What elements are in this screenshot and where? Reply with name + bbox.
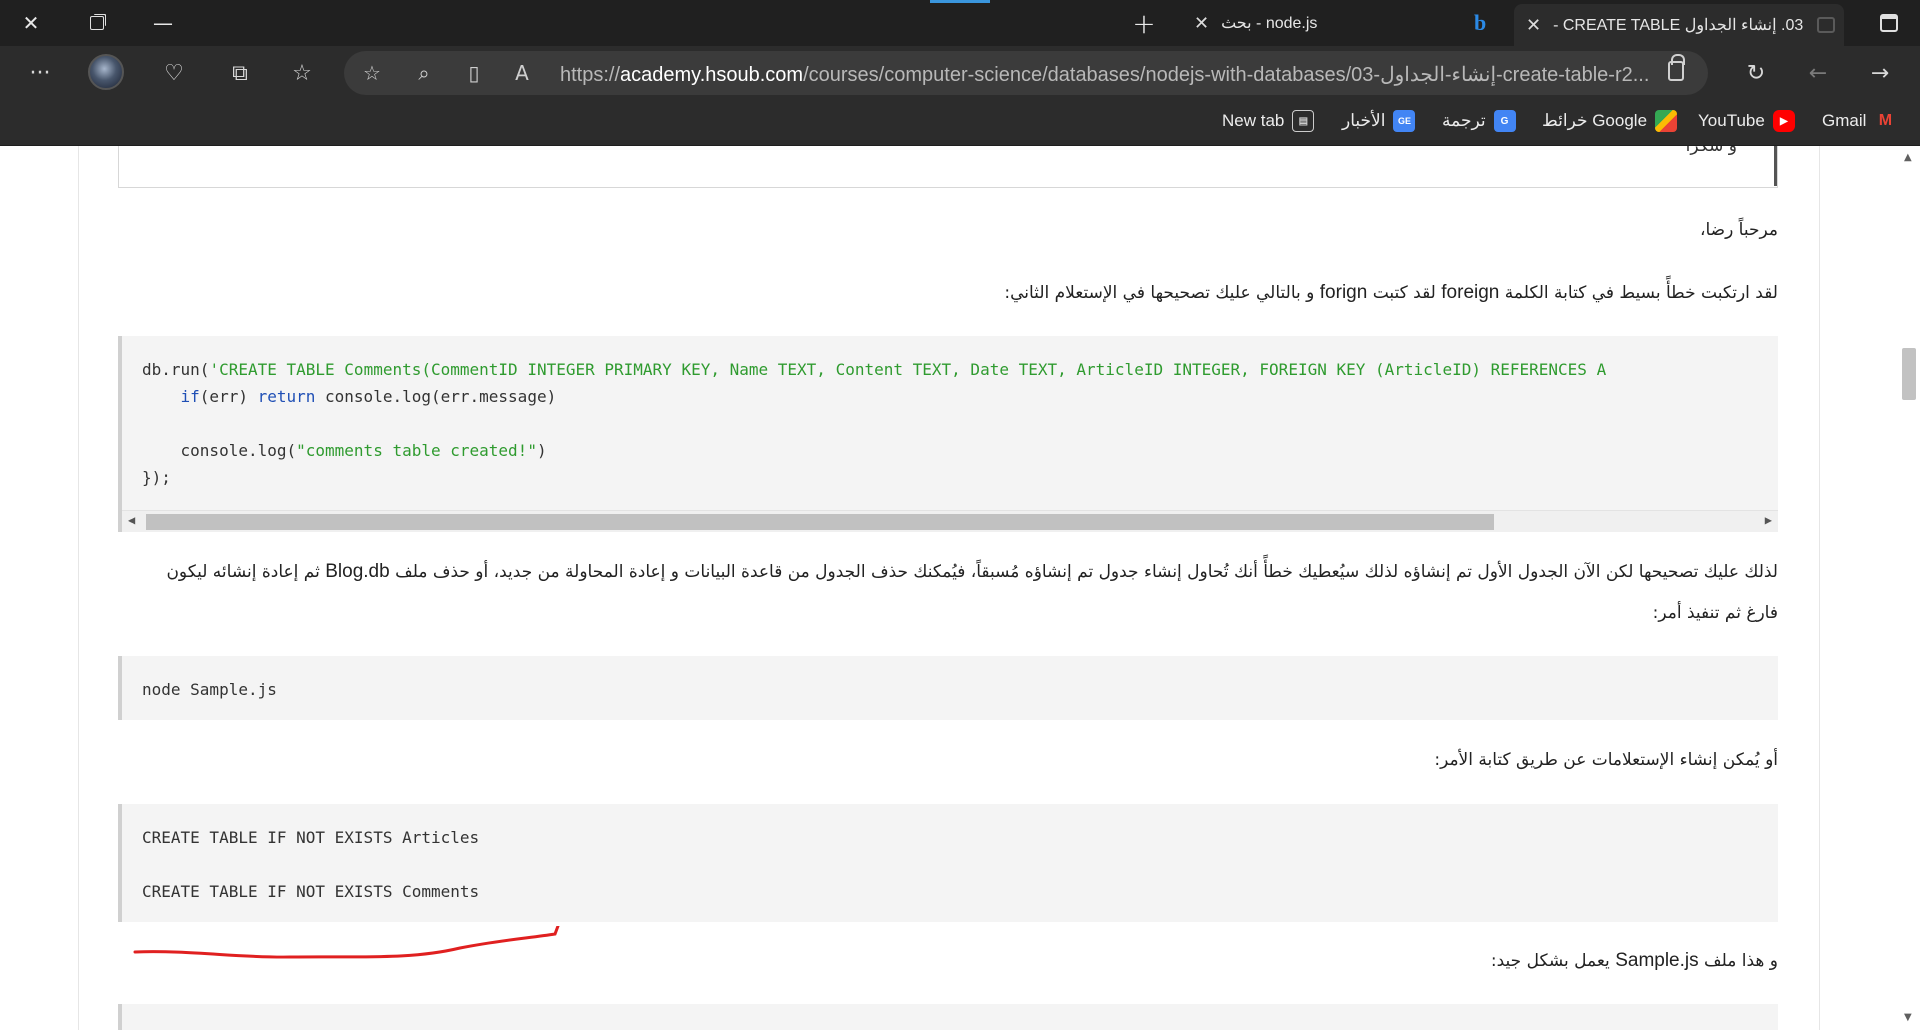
web-page: و شكرا مرحباً رضا، لقد ارتكبت خطأً بسيط … <box>0 146 1920 1030</box>
star-plus-icon: ☆ <box>363 61 381 85</box>
tab-favicon <box>1817 17 1836 33</box>
minimize-window-button[interactable]: — <box>132 0 194 46</box>
add-favorite-button[interactable]: ☆ <box>354 55 390 91</box>
plus-icon: + <box>1132 6 1156 40</box>
read-aloud-button[interactable]: A <box>504 55 540 91</box>
back-button[interactable]: ← <box>1798 54 1838 92</box>
zoom-button[interactable]: ⌕ <box>406 55 442 91</box>
bookmark-youtube[interactable]: YouTube ▶ <box>1698 110 1795 132</box>
collections-button[interactable]: ⧉ <box>220 54 260 92</box>
tab-title: 03. إنشاء الجداول CREATE TABLE - <box>1553 17 1804 34</box>
bing-icon: b <box>1474 10 1487 35</box>
reply-paragraph-4: و هذا ملف Sample.js يعمل بشكل جيد: <box>1490 950 1778 971</box>
tab-actions-icon <box>1880 14 1898 32</box>
youtube-icon: ▶ <box>1772 110 1795 132</box>
tab-actions-button[interactable] <box>1858 0 1920 46</box>
gmail-icon: M <box>1878 112 1893 129</box>
tab-create-table[interactable]: ✕ 03. إنشاء الجداول CREATE TABLE - <box>1514 4 1844 46</box>
refresh-icon: ↻ <box>1746 60 1766 86</box>
bookmarks-bar: New tab ▤ الأخبار GE ترجمة G خرائط Googl… <box>0 100 1920 146</box>
refresh-button[interactable]: ↻ <box>1736 54 1776 92</box>
scroll-up-icon[interactable]: ▲ <box>1904 152 1912 163</box>
code-block-create-comments[interactable]: db.run('CREATE TABLE Comments(CommentID … <box>118 336 1778 532</box>
browser-essentials-button[interactable]: ♡ <box>154 54 194 92</box>
url-text[interactable]: https://academy.hsoub.com/courses/comput… <box>560 62 1650 87</box>
tab-close-icon[interactable]: ✕ <box>1194 13 1209 34</box>
tab-node-search[interactable]: ✕ node.js - بحث <box>1182 0 1452 46</box>
scroll-right-icon[interactable]: ▶ <box>1765 513 1772 527</box>
browser-toolbar: ··· ♡ ⧉ ☆ ☆ ⌕ ▯ A https://academy.hsoub.… <box>0 46 1920 100</box>
restore-icon <box>90 16 104 30</box>
tab-close-icon[interactable]: ✕ <box>1526 15 1541 36</box>
code-block-sample-js[interactable] <box>118 1004 1778 1030</box>
bookmark-new-tab[interactable]: New tab ▤ <box>1222 110 1315 132</box>
arrow-right-icon: → <box>1870 60 1890 86</box>
minimize-icon: — <box>153 11 173 35</box>
scrollbar-thumb[interactable] <box>146 514 1494 530</box>
favorites-icon: ☆ <box>292 60 312 86</box>
lock-icon[interactable] <box>1668 54 1685 81</box>
collections-icon: ⧉ <box>232 60 248 86</box>
maps-icon <box>1655 110 1678 132</box>
forward-button[interactable]: → <box>1860 54 1900 92</box>
horizontal-scrollbar[interactable]: ◀ ▶ <box>122 510 1778 532</box>
translate-icon: G <box>1493 110 1516 132</box>
bookmark-translate[interactable]: ترجمة G <box>1442 110 1516 132</box>
reply-greeting: مرحباً رضا، <box>1699 220 1778 240</box>
reader-icon: ▯ <box>468 61 480 85</box>
bookmark-news[interactable]: الأخبار GE <box>1342 110 1416 132</box>
more-icon: ··· <box>29 60 51 86</box>
profile-avatar[interactable] <box>88 54 124 90</box>
read-aloud-icon: A <box>515 61 529 85</box>
code-text: node Sample.js <box>142 680 277 699</box>
code-text: db.run('CREATE TABLE Comments(CommentID … <box>142 360 1607 487</box>
more-menu-button[interactable]: ··· <box>20 54 60 92</box>
reply-paragraph-1: لقد ارتكبت خطأً بسيط في كتابة الكلمة for… <box>1004 282 1778 303</box>
scroll-left-icon[interactable]: ◀ <box>128 513 135 527</box>
bookmark-gmail[interactable]: Gmail M <box>1822 110 1896 132</box>
reply-paragraph-3: أو يُمكن إنشاء الإستعلامات عن طريق كتابة… <box>1434 750 1778 770</box>
close-icon: ✕ <box>22 11 40 35</box>
page-vertical-scrollbar[interactable]: ▲ ▼ <box>1898 146 1920 1030</box>
code-block-if-not-exists[interactable]: CREATE TABLE IF NOT EXISTS Articles CREA… <box>118 804 1778 922</box>
heart-pulse-icon: ♡ <box>164 60 184 86</box>
arrow-left-icon: ← <box>1808 60 1828 86</box>
red-underline-annotation <box>133 926 560 959</box>
immersive-reader-button[interactable]: ▯ <box>456 55 492 91</box>
close-window-button[interactable]: ✕ <box>0 0 62 46</box>
favorites-button[interactable]: ☆ <box>282 54 322 92</box>
zoom-icon: ⌕ <box>418 61 430 85</box>
scroll-down-icon[interactable]: ▼ <box>1904 1012 1912 1023</box>
newtab-icon: ▤ <box>1292 110 1315 132</box>
scrollbar-thumb[interactable] <box>1902 348 1916 400</box>
bookmark-maps[interactable]: خرائط Google <box>1542 110 1678 132</box>
previous-comment-text: و شكرا <box>1685 146 1737 156</box>
code-text: CREATE TABLE IF NOT EXISTS Articles CREA… <box>142 828 480 901</box>
tab-title: node.js - بحث <box>1221 15 1318 32</box>
restore-window-button[interactable] <box>66 0 128 46</box>
title-bar: ✕ — + ✕ node.js - بحث b ✕ 03. إنشاء الجد… <box>0 0 1920 46</box>
address-bar[interactable]: ☆ ⌕ ▯ A https://academy.hsoub.com/course… <box>344 51 1708 95</box>
previous-comment-box: و شكرا <box>118 146 1778 188</box>
code-block-run-command[interactable]: node Sample.js <box>118 656 1778 720</box>
reply-paragraph-2-line-1: لذلك عليك تصحيحها لكن الآن الجدول الأول … <box>166 561 1778 582</box>
new-tab-button[interactable]: + <box>1124 0 1164 46</box>
tab-strip-indicator <box>930 0 990 3</box>
reply-paragraph-2-line-2: فارغ ثم تنفيذ أمر: <box>1652 603 1778 623</box>
news-icon: GE <box>1393 110 1416 132</box>
